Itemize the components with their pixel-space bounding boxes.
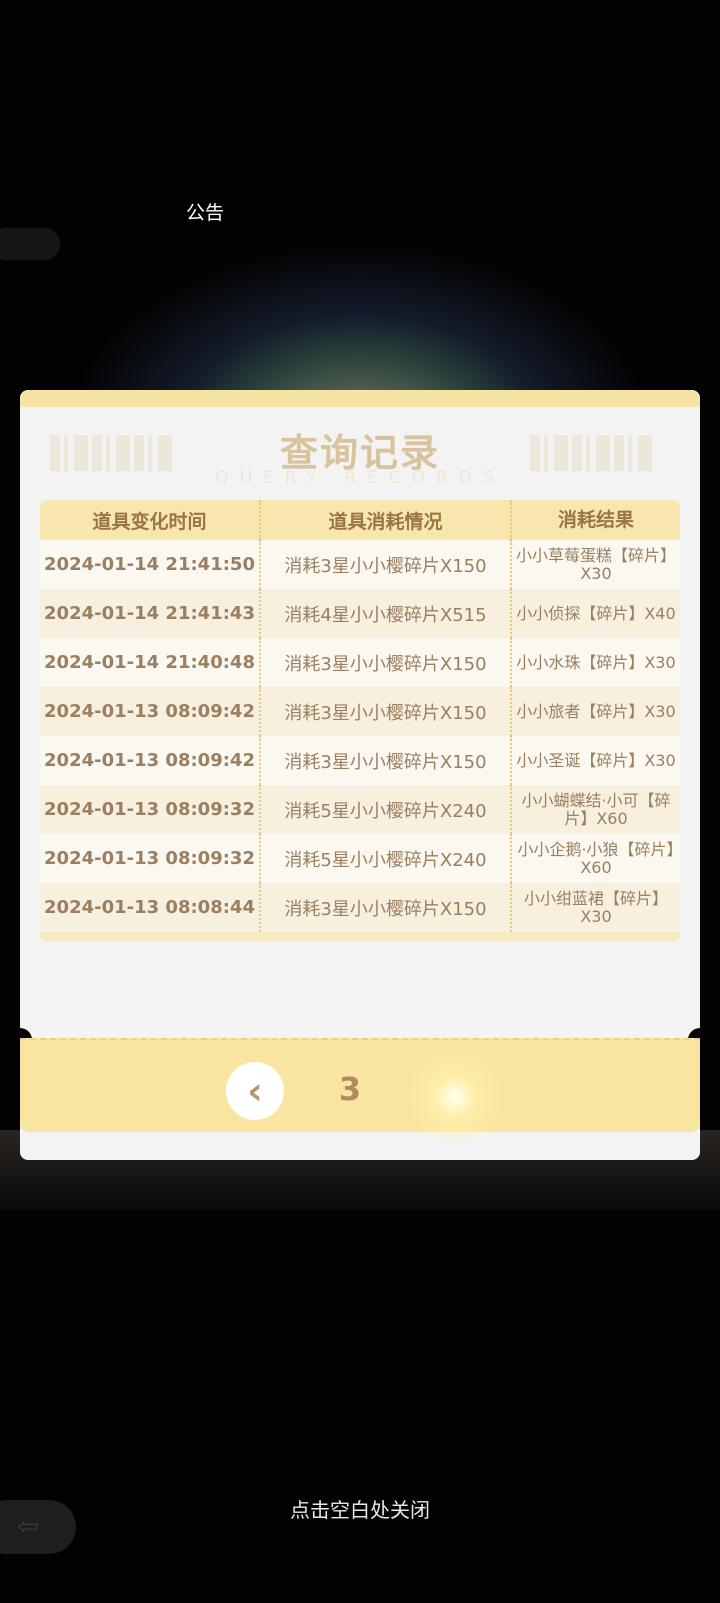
cell-time: 2024-01-14 21:41:43 — [40, 603, 259, 624]
cell-result: 小小绀蓝裙【碎片】X30 — [523, 888, 668, 926]
chevron-left-icon: ‹ — [247, 1069, 263, 1113]
panel-subtitle: QUERY RECORDS — [215, 468, 505, 488]
cell-consumption-text: 消耗3星小小樱碎片X150 — [284, 702, 487, 724]
table-header: 道具变化时间 道具消耗情况 消耗结果 — [40, 500, 680, 540]
query-records-panel: 查询记录 QUERY RECORDS 道具变化时间 道具消耗情况 消耗结果 20… — [8, 390, 712, 1160]
cell-result: 小小草莓蛋糕【碎片】X30 — [516, 545, 677, 583]
cell-consumption: 消耗4星小小樱碎片X515 — [259, 589, 512, 638]
cell-time: 2024-01-13 08:09:32 — [40, 848, 259, 869]
cell-consumption: 消耗3星小小樱碎片X150 — [259, 736, 512, 785]
column-header-consumption: 道具消耗情况 — [259, 500, 512, 540]
cell-time-text: 2024-01-14 21:40:48 — [44, 652, 255, 673]
cell-result: 小小蝴蝶结·小可【碎片】X60 — [521, 790, 671, 828]
table-row: 2024-01-13 08:09:42 消耗3星小小樱碎片X150 小小旅者【碎片】… — [40, 687, 680, 736]
cell-time-text: 2024-01-13 08:09:42 — [44, 701, 255, 722]
cell-consumption-text: 消耗4星小小樱碎片X515 — [284, 604, 487, 626]
table-row: 2024-01-13 08:08:44 消耗3星小小樱碎片X150 小小绀蓝裙【碎片… — [40, 883, 680, 932]
table-row: 2024-01-13 08:09:32 消耗5星小小樱碎片X240 小小企鹅·小狼【… — [40, 834, 680, 883]
close-hint[interactable]: 点击空白处关闭 — [0, 1494, 720, 1523]
cell-consumption-text: 消耗5星小小樱碎片X240 — [284, 800, 487, 822]
cell-time: 2024-01-14 21:40:48 — [40, 652, 259, 673]
column-header-time: 道具变化时间 — [92, 510, 207, 533]
table-row: 2024-01-14 21:40:48 消耗3星小小樱碎片X150 小小水珠【碎片】… — [40, 638, 680, 687]
column-header-consumption-label: 道具消耗情况 — [328, 510, 443, 533]
cell-result: 小小侦探【碎片】X40 — [516, 603, 676, 623]
table-body: 2024-01-14 21:41:50 消耗3星小小樱碎片X150 小小草莓蛋糕【碎… — [40, 540, 680, 932]
cell-time-text: 2024-01-13 08:09:32 — [44, 799, 255, 820]
previous-page-button[interactable]: ‹ — [226, 1062, 284, 1120]
cell-consumption-text: 消耗3星小小樱碎片X150 — [284, 555, 487, 577]
table-row: 2024-01-13 08:09:32 消耗5星小小樱碎片X240 小小蝴蝶结·小可… — [40, 785, 680, 834]
cell-consumption-text: 消耗3星小小樱碎片X150 — [284, 751, 487, 773]
cell-time-text: 2024-01-14 21:41:50 — [44, 554, 255, 575]
records-table: 道具变化时间 道具消耗情况 消耗结果 2024-01-14 21:41:50 消耗… — [40, 500, 680, 942]
cell-result: 小小水珠【碎片】X30 — [516, 652, 676, 672]
cell-result: 小小企鹅·小狼【碎片】X60 — [517, 839, 675, 877]
cell-time: 2024-01-13 08:08:44 — [40, 897, 259, 918]
table-row: 2024-01-13 08:09:42 消耗3星小小樱碎片X150 小小圣诞【碎片】… — [40, 736, 680, 785]
cell-time-text: 2024-01-13 08:09:42 — [44, 750, 255, 771]
column-header-result: 消耗结果 — [557, 509, 634, 531]
cell-time-text: 2024-01-13 08:08:44 — [44, 897, 255, 918]
sakura-glow-decoration — [400, 1052, 510, 1142]
table-row: 2024-01-14 21:41:43 消耗4星小小樱碎片X515 小小侦探【碎片】… — [40, 589, 680, 638]
cell-time-text: 2024-01-13 08:09:32 — [44, 848, 255, 869]
panel-top-band — [20, 390, 700, 407]
cell-time: 2024-01-13 08:09:42 — [40, 701, 259, 722]
cell-consumption-text: 消耗3星小小樱碎片X150 — [284, 653, 487, 675]
notice-label[interactable]: 公告 — [186, 198, 224, 225]
cell-consumption-text: 消耗3星小小樱碎片X150 — [284, 898, 487, 920]
cell-time: 2024-01-14 21:41:50 — [40, 554, 259, 575]
cell-consumption: 消耗3星小小樱碎片X150 — [259, 540, 512, 589]
cell-consumption: 消耗5星小小樱碎片X240 — [259, 834, 512, 883]
cell-consumption: 消耗5星小小樱碎片X240 — [259, 785, 512, 834]
cell-result: 小小圣诞【碎片】X30 — [516, 750, 676, 770]
cell-consumption: 消耗3星小小樱碎片X150 — [259, 687, 512, 736]
background-side-pill — [0, 228, 60, 260]
pagination-bar: ‹ 3 — [20, 1038, 700, 1142]
cell-consumption: 消耗3星小小樱碎片X150 — [259, 883, 512, 932]
cell-time: 2024-01-13 08:09:42 — [40, 750, 259, 771]
cell-consumption-text: 消耗5星小小樱碎片X240 — [284, 849, 487, 871]
cell-result: 小小旅者【碎片】X30 — [516, 701, 676, 721]
table-row: 2024-01-14 21:41:50 消耗3星小小樱碎片X150 小小草莓蛋糕【碎… — [40, 540, 680, 589]
current-page-number: 3 — [338, 1070, 362, 1108]
cell-time-text: 2024-01-14 21:41:43 — [44, 603, 255, 624]
cell-time: 2024-01-13 08:09:32 — [40, 799, 259, 820]
cell-consumption: 消耗3星小小樱碎片X150 — [259, 638, 512, 687]
